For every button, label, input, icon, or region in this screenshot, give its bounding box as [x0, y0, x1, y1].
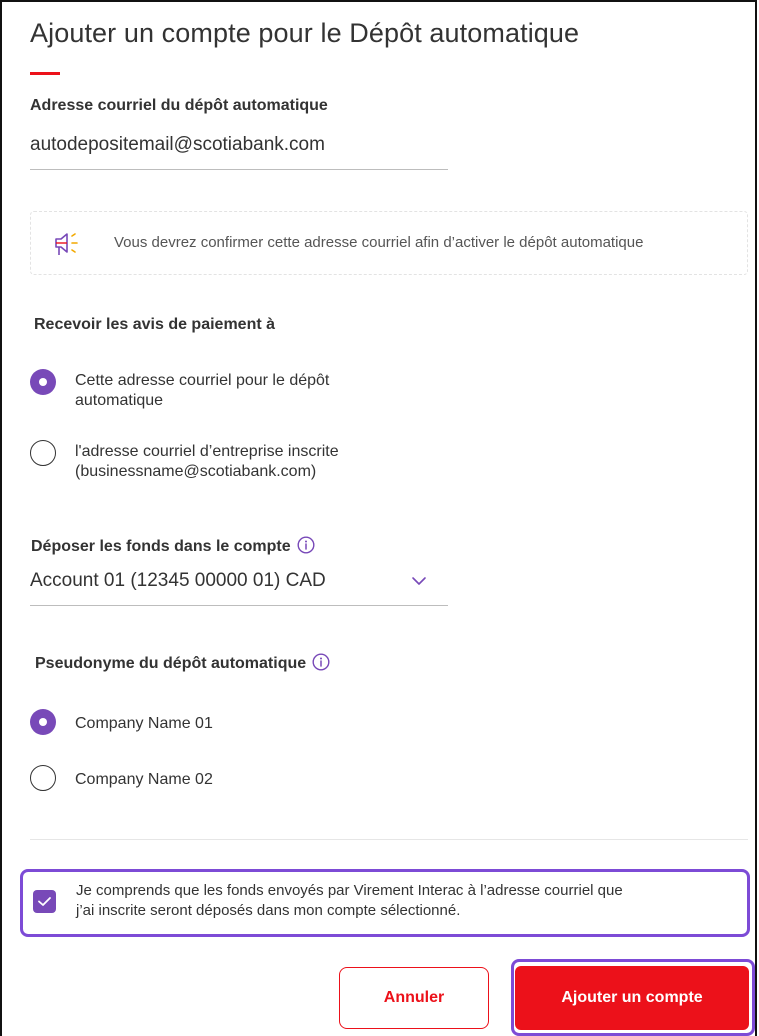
radio-unselected[interactable]	[30, 765, 56, 791]
autodeposit-email-field[interactable]: autodepositemail@scotiabank.com	[30, 134, 325, 156]
radio-option-label: Company Name 01	[75, 715, 213, 732]
radio-option-label: (businessname@scotiabank.com)	[75, 463, 317, 480]
add-account-button[interactable]: Ajouter un compte	[515, 966, 749, 1030]
alias-label-text: Pseudonyme du dépôt automatique	[35, 655, 307, 672]
radio-option-label: l'adresse courriel d’entreprise inscrite	[75, 443, 339, 460]
email-label: Adresse courriel du dépôt automatique	[30, 97, 328, 114]
megaphone-icon	[55, 233, 78, 255]
cancel-button[interactable]: Annuler	[339, 967, 489, 1029]
deposit-account-select[interactable]: Account 01 (12345 00000 01) CAD	[30, 570, 326, 592]
radio-unselected[interactable]	[30, 440, 56, 466]
title-accent-rule	[30, 72, 60, 75]
email-field-underline	[30, 169, 448, 170]
radio-option-label: Company Name 02	[75, 771, 213, 788]
consent-text-line: Je comprends que les fonds envoyés par V…	[76, 882, 623, 899]
chevron-down-icon[interactable]	[411, 575, 427, 587]
notice-text: Vous devrez confirmer cette adresse cour…	[114, 234, 644, 251]
consent-checkbox[interactable]	[33, 890, 56, 913]
checkmark-icon	[38, 897, 51, 906]
radio-selected[interactable]	[30, 709, 56, 735]
info-icon[interactable]	[312, 653, 330, 671]
notifications-label: Recevoir les avis de paiement à	[34, 316, 276, 333]
section-divider	[30, 839, 748, 840]
alias-label: Pseudonyme du dépôt automatique	[35, 653, 330, 673]
deposit-account-label: Déposer les fonds dans le compte	[31, 536, 315, 556]
radio-selected[interactable]	[30, 369, 56, 395]
account-select-underline	[30, 605, 448, 606]
deposit-account-label-text: Déposer les fonds dans le compte	[31, 538, 291, 555]
consent-checkbox-row[interactable]: Je comprends que les fonds envoyés par V…	[20, 869, 750, 937]
page-title: Ajouter un compte pour le Dépôt automati…	[30, 18, 580, 48]
info-icon[interactable]	[297, 536, 315, 554]
radio-option-label: Cette adresse courriel pour le dépôt	[75, 372, 330, 389]
consent-text-line: j’ai inscrite seront déposés dans mon co…	[76, 902, 461, 919]
radio-option-label: automatique	[75, 392, 164, 409]
confirmation-notice: Vous devrez confirmer cette adresse cour…	[30, 211, 748, 275]
